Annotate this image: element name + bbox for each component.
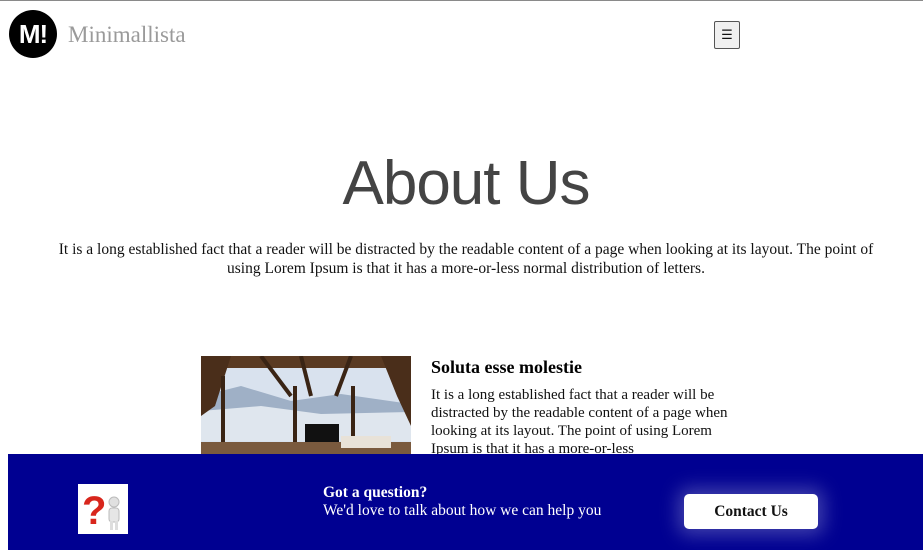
question-person-icon: ? <box>78 484 128 534</box>
feature-title: Soluta esse molestie <box>431 357 582 377</box>
logo-icon[interactable]: M! <box>9 10 57 58</box>
menu-button[interactable]: ☰ <box>714 21 740 49</box>
logo-text: M! <box>18 18 48 49</box>
feature-text: It is a long established fact that a rea… <box>431 387 728 457</box>
room-photo <box>201 356 411 456</box>
hamburger-icon: ☰ <box>721 27 733 43</box>
cta-banner: ? Got a question? We'd love to talk abou… <box>8 454 923 550</box>
brand-name[interactable]: Minimallista <box>68 22 186 48</box>
contact-us-button[interactable]: Contact Us <box>684 494 818 529</box>
page-title: About Us <box>342 149 590 218</box>
cta-heading: Got a question? <box>323 484 428 501</box>
room-photo-graphic <box>201 356 411 456</box>
cta-subtext: We'd love to talk about how we can help … <box>323 502 602 519</box>
top-border <box>0 0 923 1</box>
intro-paragraph: It is a long established fact that a rea… <box>58 241 874 277</box>
svg-text:?: ? <box>82 489 106 533</box>
